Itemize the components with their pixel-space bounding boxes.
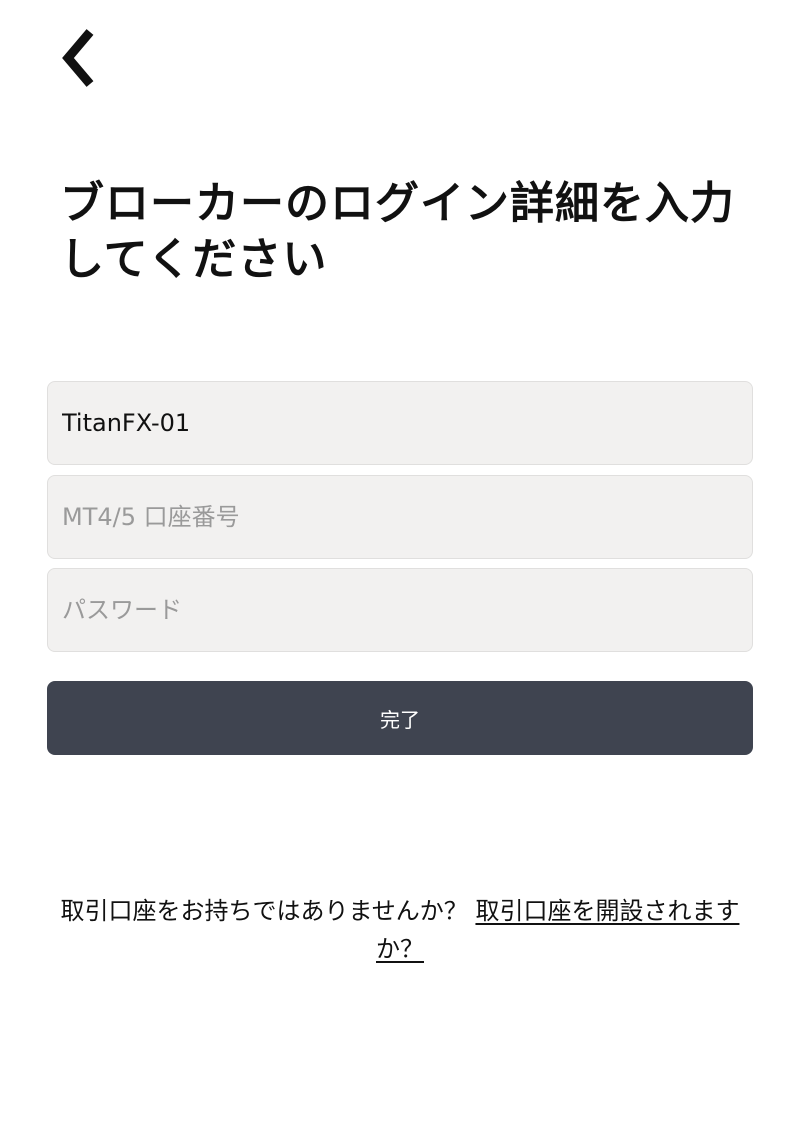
server-field[interactable]	[47, 381, 753, 465]
open-account-prompt: 取引口座をお持ちではありませんか？ 取引口座を開設されますか？	[40, 892, 760, 968]
title-line-2: してください	[60, 234, 328, 285]
account-number-field[interactable]	[47, 475, 753, 559]
server-input[interactable]	[62, 382, 738, 464]
password-field[interactable]	[47, 568, 753, 652]
chevron-left-icon	[62, 29, 94, 87]
back-button[interactable]	[52, 26, 104, 90]
submit-button[interactable]: 完了	[47, 681, 753, 755]
submit-button-label: 完了	[380, 707, 420, 732]
account-number-input[interactable]	[62, 476, 738, 558]
page-title: ブローカーのログイン詳細を入力 してください	[60, 176, 750, 288]
broker-login-screen: ブローカーのログイン詳細を入力 してください 完了 取引口座をお持ちではありませ…	[0, 0, 800, 1140]
no-account-text: 取引口座をお持ちではありませんか？	[60, 897, 468, 925]
title-line-1: ブローカーのログイン詳細を入力	[60, 178, 735, 229]
password-input[interactable]	[62, 569, 738, 651]
